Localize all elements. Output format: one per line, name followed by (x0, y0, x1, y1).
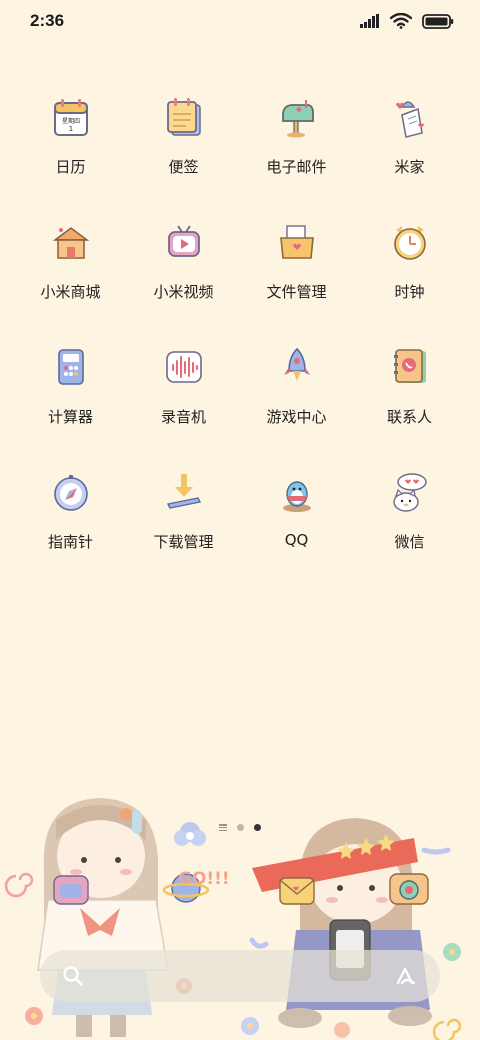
battery-icon (422, 13, 454, 29)
app-contacts[interactable]: 联系人 (353, 340, 466, 465)
app-mi-video[interactable]: 小米视频 (127, 215, 240, 340)
game-center-icon (270, 340, 324, 394)
app-calendar[interactable]: 星期四 1 日历 (14, 90, 127, 215)
calendar-day: 1 (68, 125, 72, 133)
clock-icon (383, 215, 437, 269)
recorder-icon (157, 340, 211, 394)
app-label: 日历 (55, 158, 86, 176)
app-label: 电子邮件 (266, 158, 327, 176)
calculator-icon (44, 340, 98, 394)
qq-icon (270, 465, 324, 519)
letter-sticker (279, 877, 315, 905)
status-bar: 2:36 (0, 0, 480, 42)
app-calculator[interactable]: 计算器 (14, 340, 127, 465)
camera-sticker (389, 873, 429, 905)
spiral-decoration (432, 1018, 462, 1040)
wifi-icon (390, 13, 412, 29)
telephone-sticker (53, 875, 89, 905)
app-label: 便签 (168, 158, 199, 176)
calendar-weekday: 星期四 (61, 117, 79, 125)
mi-store-icon (44, 215, 98, 269)
menu-lines-icon (219, 824, 227, 831)
mijia-icon (383, 90, 437, 144)
app-wechat[interactable]: 微信 (353, 465, 466, 590)
app-label: 计算器 (47, 408, 93, 426)
app-label: 时钟 (394, 283, 425, 301)
app-compass[interactable]: 指南针 (14, 465, 127, 590)
app-label: 米家 (394, 158, 425, 176)
page-indicator[interactable] (0, 824, 480, 831)
notes-icon (157, 90, 211, 144)
app-downloads[interactable]: 下载管理 (127, 465, 240, 590)
assistant-icon[interactable] (394, 965, 418, 987)
app-label: 游戏中心 (266, 408, 327, 426)
wallpaper-go-text: GO!!! (178, 869, 230, 889)
app-clock[interactable]: 时钟 (353, 215, 466, 340)
compass-icon (44, 465, 98, 519)
sparkle-decoration (249, 937, 269, 949)
app-notes[interactable]: 便签 (127, 90, 240, 215)
wechat-icon (383, 465, 437, 519)
email-icon (270, 90, 324, 144)
app-label: 小米商城 (40, 283, 101, 301)
search-icon[interactable] (62, 965, 84, 987)
app-qq[interactable]: QQ (240, 465, 353, 590)
app-label: 下载管理 (153, 533, 214, 551)
app-label: 录音机 (160, 408, 206, 426)
app-label: QQ (284, 531, 309, 549)
app-game-center[interactable]: 游戏中心 (240, 340, 353, 465)
app-email[interactable]: 电子邮件 (240, 90, 353, 215)
mi-video-icon (157, 215, 211, 269)
app-file-manager[interactable]: 文件管理 (240, 215, 353, 340)
app-mijia[interactable]: 米家 (353, 90, 466, 215)
calendar-icon: 星期四 1 (44, 90, 98, 144)
page-dot-active (254, 824, 261, 831)
contacts-icon (383, 340, 437, 394)
app-grid: 星期四 1 日历 便签 电子邮件 米家 小米商城 小米视频 文件管理 时钟 计算… (14, 90, 466, 590)
app-label: 小米视频 (153, 283, 214, 301)
page-dot (237, 824, 244, 831)
status-time: 2:36 (30, 11, 65, 30)
file-manager-icon (270, 215, 324, 269)
search-bar[interactable] (40, 950, 440, 1002)
app-recorder[interactable]: 录音机 (127, 340, 240, 465)
app-mi-store[interactable]: 小米商城 (14, 215, 127, 340)
spiral-decoration (4, 872, 34, 898)
sparkle-decoration (421, 847, 451, 855)
signal-icon (360, 14, 379, 28)
downloads-icon (157, 465, 211, 519)
app-label: 文件管理 (266, 283, 327, 301)
app-label: 联系人 (386, 408, 432, 426)
app-label: 微信 (394, 533, 425, 551)
status-icons (360, 13, 454, 29)
app-label: 指南针 (47, 533, 93, 551)
